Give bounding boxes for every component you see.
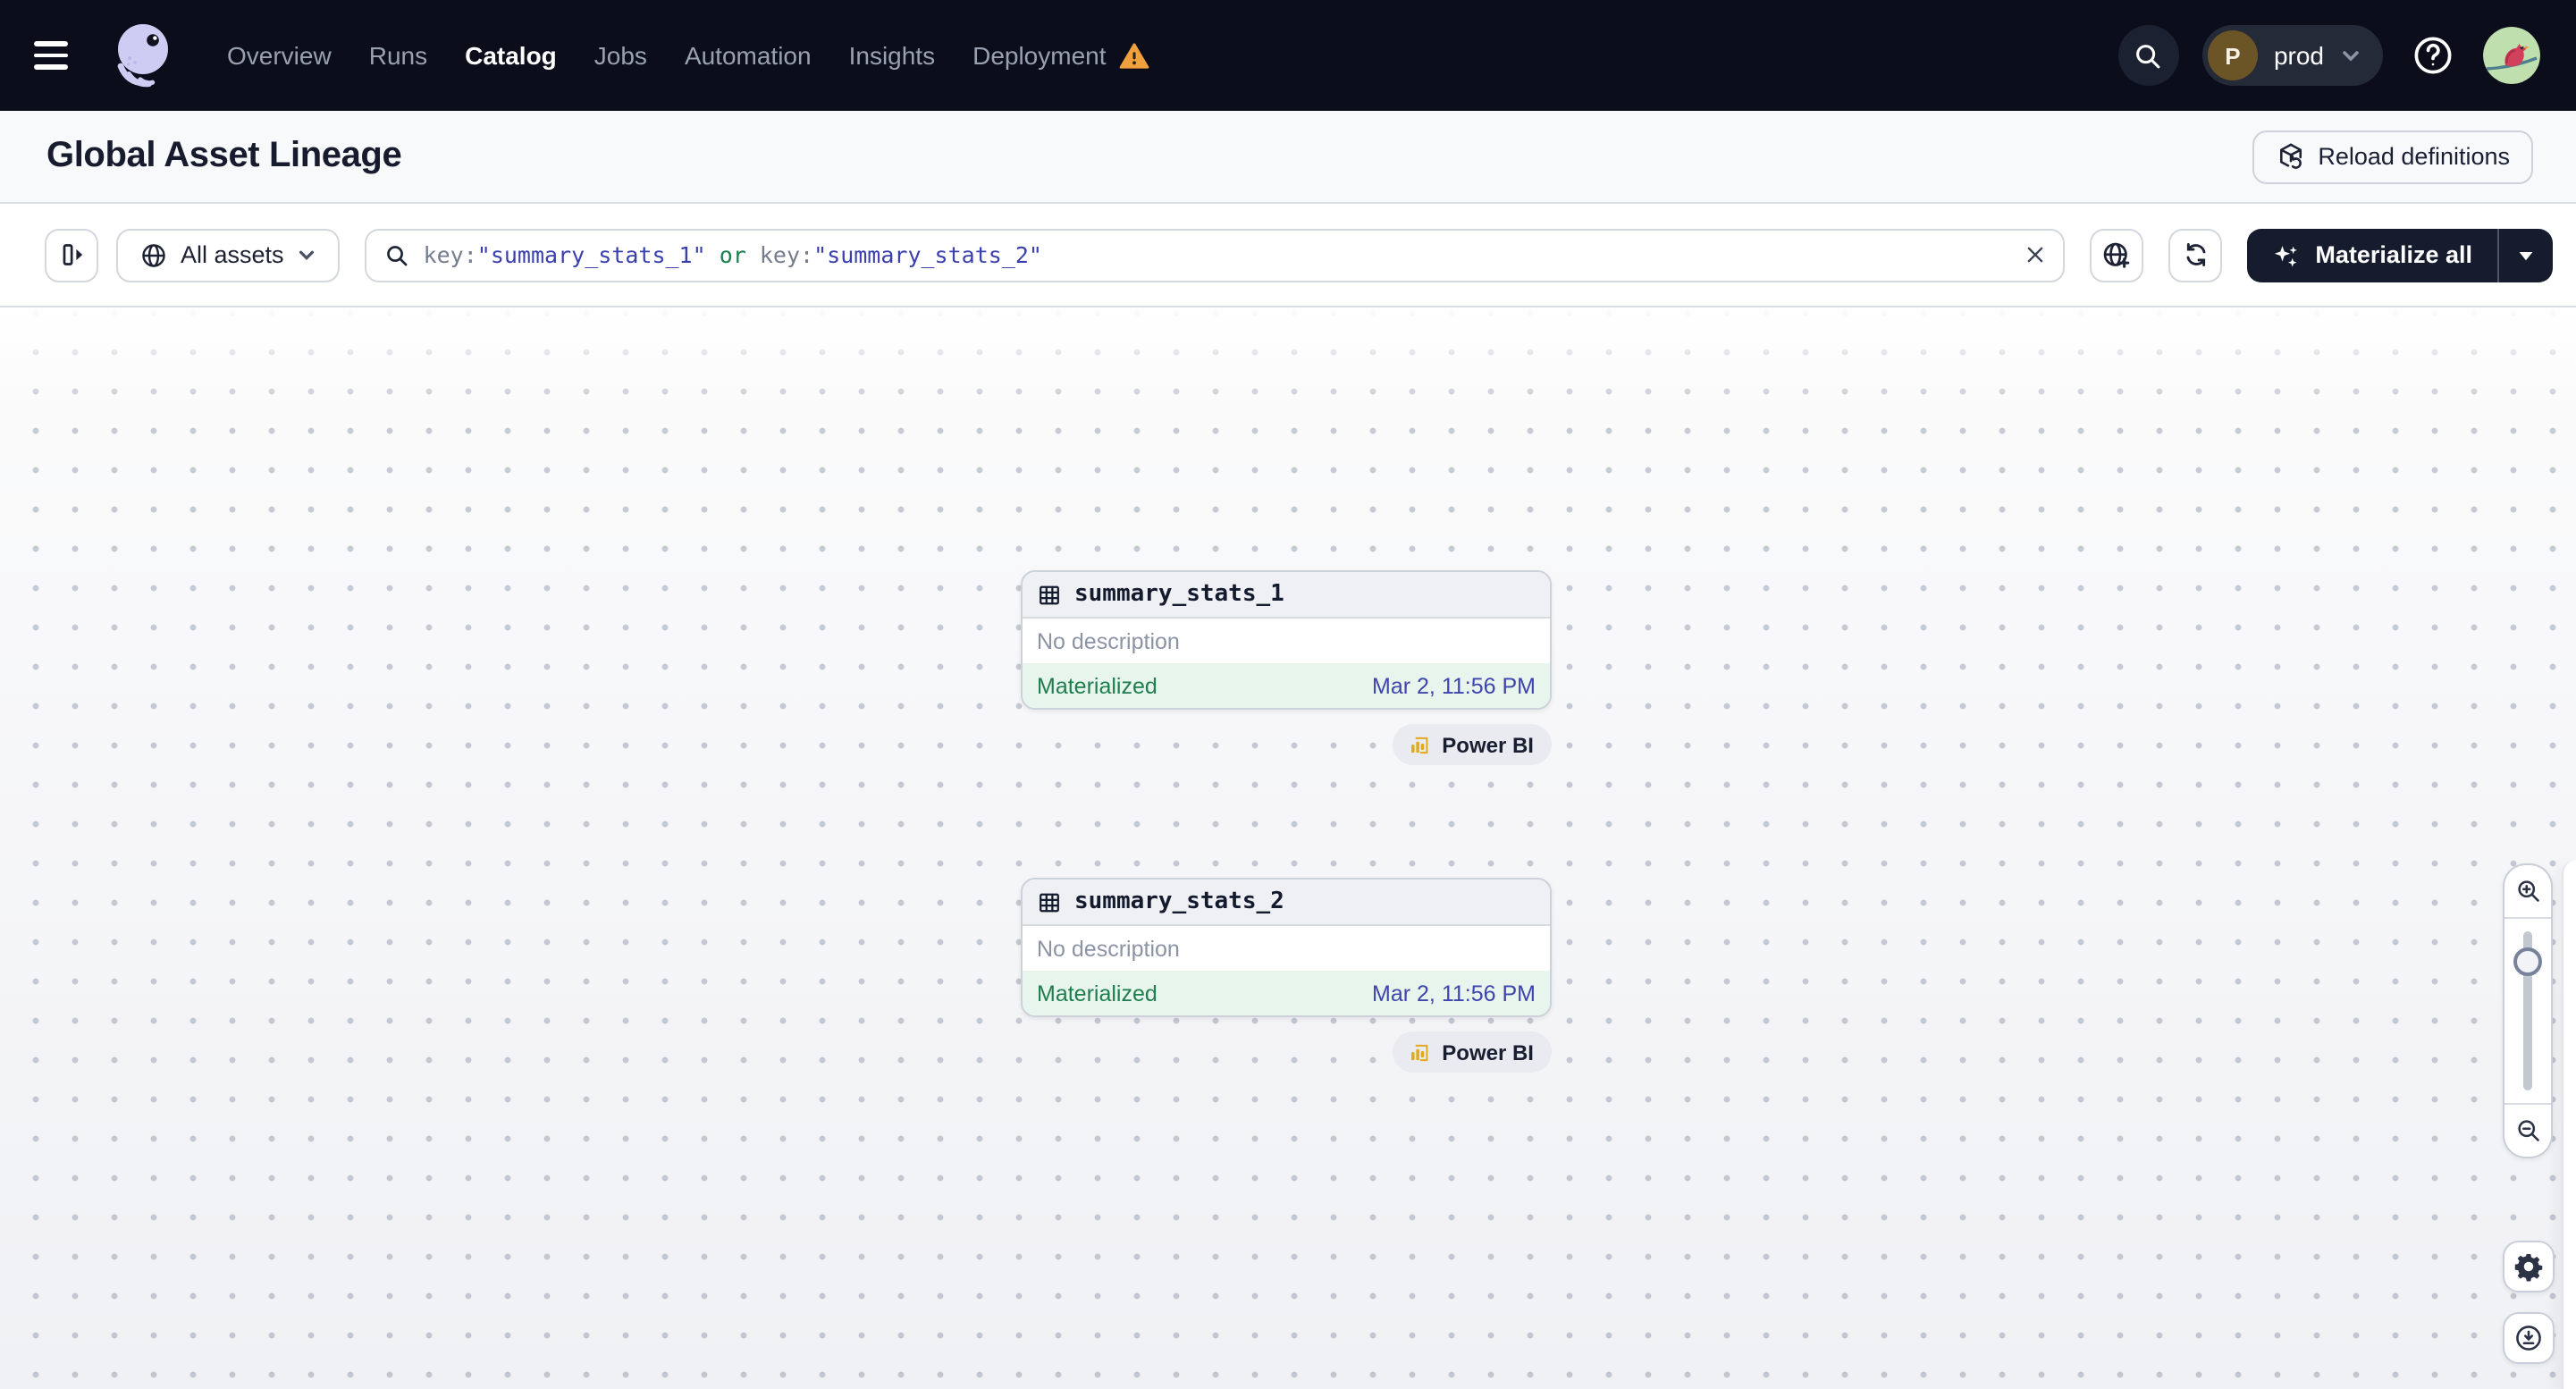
right-panel-edge xyxy=(2562,860,2576,1389)
nav-item-overview[interactable]: Overview xyxy=(227,41,332,70)
reload-definitions-button[interactable]: Reload definitions xyxy=(2252,130,2533,183)
nav-links: Overview Runs Catalog Jobs Automation In… xyxy=(227,40,1149,71)
chevron-down-icon xyxy=(297,245,316,265)
hamburger-menu-button[interactable] xyxy=(34,32,80,79)
app-root: Overview Runs Catalog Jobs Automation In… xyxy=(0,0,2576,1389)
materialize-all-label: Materialize all xyxy=(2315,241,2472,268)
status-badge: Materialized xyxy=(1037,981,1158,1006)
dagster-logo xyxy=(105,18,181,93)
zoom-slider[interactable] xyxy=(2504,919,2551,1103)
asset-node-summary-stats-1[interactable]: summary_stats_1 No description Materiali… xyxy=(1021,570,1552,710)
globe-icon xyxy=(139,240,168,269)
reload-definitions-label: Reload definitions xyxy=(2318,143,2510,170)
zoom-in-icon xyxy=(2514,878,2541,905)
gear-icon xyxy=(2513,1251,2544,1282)
materialize-all-button[interactable]: Materialize all xyxy=(2247,228,2497,282)
zoom-out-icon xyxy=(2514,1117,2541,1144)
environment-initial: P xyxy=(2207,30,2258,80)
status-badge: Materialized xyxy=(1037,673,1158,698)
zoom-in-button[interactable] xyxy=(2504,865,2551,919)
warning-icon xyxy=(1119,40,1149,71)
nav-item-catalog[interactable]: Catalog xyxy=(465,41,557,70)
download-icon xyxy=(2513,1323,2544,1353)
clear-search-button[interactable] xyxy=(2024,243,2047,266)
top-nav-bar: Overview Runs Catalog Jobs Automation In… xyxy=(0,0,2576,111)
asset-description: No description xyxy=(1037,628,1180,653)
search-icon xyxy=(384,242,409,267)
nav-item-deployment[interactable]: Deployment xyxy=(972,41,1106,70)
environment-name: prod xyxy=(2273,41,2324,70)
powerbi-icon xyxy=(1406,1040,1431,1065)
powerbi-tag[interactable]: Power BI xyxy=(1392,724,1552,765)
user-avatar[interactable] xyxy=(2483,27,2540,84)
download-image-button[interactable] xyxy=(2503,1312,2555,1364)
lineage-canvas[interactable]: summary_stats_1 No description Materiali… xyxy=(0,307,2576,1389)
asset-node-header: summary_stats_2 xyxy=(1023,880,1550,926)
table-icon xyxy=(1037,582,1062,607)
asset-filter-dropdown[interactable]: All assets xyxy=(116,228,340,282)
help-button[interactable] xyxy=(2406,29,2460,82)
refresh-button[interactable] xyxy=(2168,228,2223,282)
question-icon xyxy=(2410,32,2456,79)
chevron-down-icon xyxy=(2340,45,2361,66)
asset-status-row: Materialized Mar 2, 11:56 PM xyxy=(1023,663,1550,708)
zoom-controls xyxy=(2503,863,2553,1158)
table-icon xyxy=(1037,889,1062,914)
nav-item-runs[interactable]: Runs xyxy=(369,41,427,70)
materialization-timestamp[interactable]: Mar 2, 11:56 PM xyxy=(1372,673,1536,698)
search-input[interactable]: key:"summary_stats_1" or key:"summary_st… xyxy=(364,228,2066,282)
caret-down-icon xyxy=(2517,246,2535,264)
search-icon xyxy=(2134,40,2164,71)
lineage-toolbar: All assets key:"summary_stats_1" or key:… xyxy=(0,204,2576,307)
nav-item-jobs[interactable]: Jobs xyxy=(594,41,647,70)
powerbi-tag[interactable]: Power BI xyxy=(1392,1031,1552,1073)
cube-reload-icon xyxy=(2275,141,2305,172)
asset-name: summary_stats_2 xyxy=(1074,888,1284,915)
nav-right-cluster: P prod xyxy=(2117,25,2540,86)
asset-description: No description xyxy=(1037,936,1180,961)
environment-switcher[interactable]: P prod xyxy=(2201,25,2383,86)
materialize-all-split-button: Materialize all xyxy=(2247,228,2553,282)
close-icon xyxy=(2024,243,2047,266)
nav-item-insights[interactable]: Insights xyxy=(849,41,936,70)
globe-plus-icon xyxy=(2100,239,2133,271)
expand-left-panel-button[interactable] xyxy=(45,228,98,282)
asset-status-row: Materialized Mar 2, 11:56 PM xyxy=(1023,971,1550,1015)
asset-node-summary-stats-2[interactable]: summary_stats_2 No description Materiali… xyxy=(1021,878,1552,1017)
materialize-options-caret[interactable] xyxy=(2499,228,2553,282)
graph-settings-button[interactable] xyxy=(2503,1241,2555,1292)
powerbi-icon xyxy=(1406,732,1431,757)
panel-expand-icon xyxy=(56,240,87,270)
nav-item-automation[interactable]: Automation xyxy=(685,41,812,70)
powerbi-tag-label: Power BI xyxy=(1442,1040,1534,1065)
global-search-button[interactable] xyxy=(2117,25,2179,86)
fetch-external-assets-button[interactable] xyxy=(2090,228,2144,282)
zoom-out-button[interactable] xyxy=(2504,1103,2551,1157)
sparkles-icon xyxy=(2272,240,2301,269)
page-header: Global Asset Lineage Reload definitions xyxy=(0,111,2576,204)
search-query-text: key:"summary_stats_1" or key:"summary_st… xyxy=(423,241,1042,268)
zoom-slider-handle[interactable] xyxy=(2513,947,2542,976)
page-title: Global Asset Lineage xyxy=(46,136,402,175)
powerbi-tag-label: Power BI xyxy=(1442,732,1534,757)
materialization-timestamp[interactable]: Mar 2, 11:56 PM xyxy=(1372,981,1536,1006)
refresh-icon xyxy=(2180,240,2210,270)
asset-filter-label: All assets xyxy=(181,241,284,268)
asset-node-header: summary_stats_1 xyxy=(1023,572,1550,619)
asset-name: summary_stats_1 xyxy=(1074,581,1284,608)
